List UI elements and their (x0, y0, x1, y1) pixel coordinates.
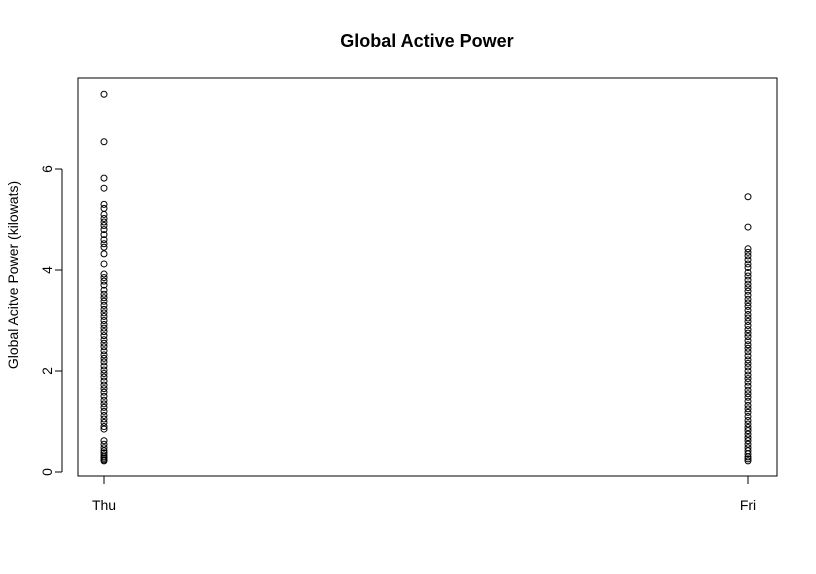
data-point-thu-15 (100, 250, 108, 258)
chart-title: Global Active Power (340, 31, 513, 51)
y-tick-label-6: 6 (39, 165, 55, 173)
data-points (100, 90, 752, 465)
y-tick-label-0: 0 (39, 468, 55, 476)
data-point-fri-0 (744, 193, 752, 201)
plot-area (77, 77, 778, 477)
x-tick-label-fri: Fri (740, 497, 756, 513)
data-point-thu-3 (100, 184, 108, 192)
data-point-thu-14 (100, 243, 108, 251)
data-point-thu-2 (100, 174, 108, 182)
x-tick-label-thu: Thu (92, 497, 116, 513)
data-point-thu-16 (100, 260, 108, 268)
y-axis-label: Global Acitve Power (kilowats) (5, 181, 21, 369)
y-tick-label-2: 2 (39, 367, 55, 375)
scatter-chart: Global Active Power 0 2 4 6 Global Acitv… (5, 31, 778, 513)
data-point-fri-1 (744, 223, 752, 231)
data-point-thu-5 (100, 204, 108, 212)
y-tick-label-4: 4 (39, 266, 55, 274)
data-point-thu-0 (100, 90, 108, 98)
data-point-thu-1 (100, 138, 108, 146)
